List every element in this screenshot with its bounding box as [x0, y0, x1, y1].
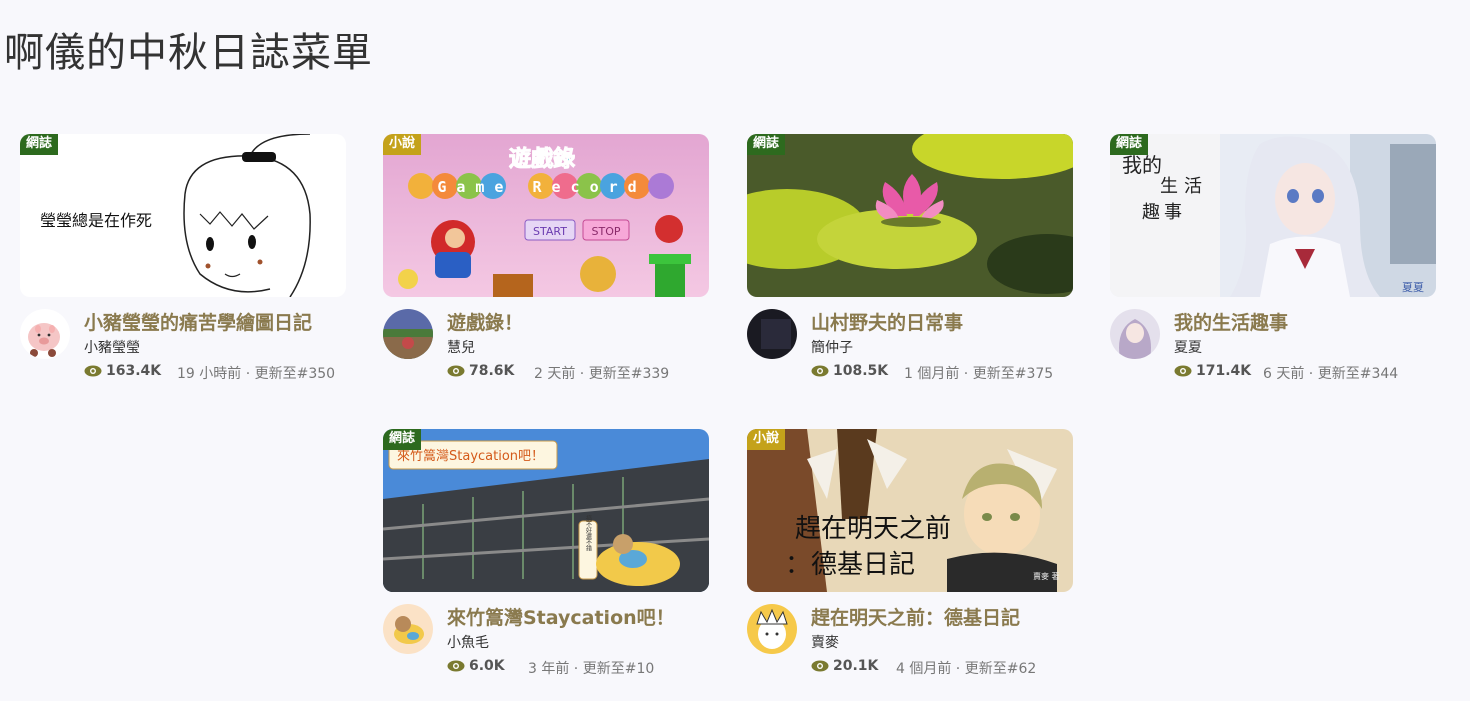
view-count-value: 78.6K	[469, 363, 515, 379]
thumb-title-line-2: ：德基日記	[785, 550, 915, 580]
avatar[interactable]	[1110, 309, 1160, 359]
view-count: 108.5K	[811, 363, 888, 379]
avatar[interactable]	[747, 309, 797, 359]
card-title[interactable]: 遊戲錄！	[447, 308, 523, 335]
category-badge: 網誌	[20, 134, 59, 155]
card-title[interactable]: 趕在明天之前：德基日記	[811, 603, 1020, 630]
card-author[interactable]: 夏夏	[1174, 337, 1202, 357]
avatar[interactable]	[383, 309, 433, 359]
thumb-logo-title: 遊戲錄	[509, 146, 575, 172]
category-badge: 小說	[747, 429, 786, 450]
thumb-logo-sub: Game Record	[437, 178, 646, 196]
thumb-handwriting-1: 我的	[1122, 153, 1162, 177]
update-meta: 3 年前 · 更新至#10	[528, 661, 655, 677]
eye-icon	[811, 365, 829, 377]
card-thumbnail[interactable]: 瑩瑩總是在作死 網誌	[20, 134, 346, 297]
card-author[interactable]: 小豬瑩瑩	[84, 337, 140, 357]
thumb-signature: 賣麥 著	[1033, 571, 1060, 581]
story-card[interactable]: 網誌 山村野夫的日常事 簡仲子 108.5K 1 個月前 · 更新至#375	[747, 134, 1073, 394]
page-title: 啊儀的中秋日誌菜單	[4, 30, 373, 76]
update-meta: 6 天前 · 更新至#344	[1263, 366, 1399, 382]
view-count: 171.4K	[1174, 363, 1251, 379]
card-title[interactable]: 我的生活趣事	[1174, 308, 1288, 335]
story-card[interactable]: 我的 生活 趣事 夏夏 網誌 我的生活趣事 夏夏 171.4K 6 天前 · 更…	[1110, 134, 1436, 394]
thumb-start-label: START	[533, 225, 567, 238]
card-title[interactable]: 山村野夫的日常事	[811, 308, 963, 335]
view-count-value: 6.0K	[469, 658, 505, 674]
update-meta: 19 小時前 · 更新至#350	[177, 366, 336, 382]
thumb-signature: 夏夏	[1402, 281, 1424, 294]
card-author[interactable]: 小魚毛	[447, 632, 489, 652]
story-card[interactable]: 瑩瑩總是在作死 網誌 小豬瑩瑩的痛苦學繪圖日記 小豬瑩瑩 163.4K 19 小…	[20, 134, 346, 394]
view-count-value: 20.1K	[833, 658, 879, 674]
card-title[interactable]: 小豬瑩瑩的痛苦學繪圖日記	[84, 308, 312, 335]
thumb-handwriting-2: 生活	[1160, 176, 1208, 197]
view-count: 78.6K	[447, 363, 514, 379]
thumb-banner-text: 來竹篙灣Staycation吧！	[397, 449, 544, 464]
story-card[interactable]: 遊戲錄 Game Record START STOP 小說 遊戲錄！ 慧兒 78…	[383, 134, 709, 394]
thumb-side-note: 搞不好還不錯	[585, 514, 592, 552]
card-thumbnail[interactable]: 我的 生活 趣事 夏夏 網誌	[1110, 134, 1436, 297]
update-meta: 1 個月前 · 更新至#375	[904, 366, 1054, 382]
thumb-handwriting-3: 趣事	[1142, 202, 1186, 223]
card-thumbnail[interactable]: 遊戲錄 Game Record START STOP 小說	[383, 134, 709, 297]
category-badge: 網誌	[1110, 134, 1149, 155]
category-badge: 網誌	[383, 429, 422, 450]
eye-icon	[1174, 365, 1192, 377]
update-meta: 4 個月前 · 更新至#62	[896, 661, 1037, 677]
view-count: 6.0K	[447, 658, 505, 674]
avatar[interactable]	[747, 604, 797, 654]
avatar[interactable]	[383, 604, 433, 654]
card-author[interactable]: 賣麥	[811, 632, 839, 652]
card-thumbnail[interactable]: 趕在明天之前 ：德基日記 賣麥 著 小說	[747, 429, 1073, 592]
view-count: 20.1K	[811, 658, 878, 674]
card-thumbnail[interactable]: 來竹篙灣Staycation吧！ 搞不好還不錯 網誌	[383, 429, 709, 592]
eye-icon	[84, 365, 102, 377]
view-count-value: 171.4K	[1196, 363, 1252, 379]
card-author[interactable]: 簡仲子	[811, 337, 853, 357]
thumb-stop-label: STOP	[592, 225, 621, 238]
category-badge: 網誌	[747, 134, 786, 155]
eye-icon	[447, 660, 465, 672]
card-author[interactable]: 慧兒	[447, 337, 475, 357]
thumb-caption: 瑩瑩總是在作死	[40, 211, 152, 230]
story-card[interactable]: 趕在明天之前 ：德基日記 賣麥 著 小說 趕在明天之前：德基日記 賣麥 20.1…	[747, 429, 1073, 689]
card-thumbnail[interactable]: 網誌	[747, 134, 1073, 297]
avatar[interactable]	[20, 309, 70, 359]
view-count: 163.4K	[84, 363, 161, 379]
update-meta: 2 天前 · 更新至#339	[534, 366, 670, 382]
card-title[interactable]: 來竹篙灣Staycation吧！	[447, 603, 675, 630]
category-badge: 小說	[383, 134, 422, 155]
story-card[interactable]: 來竹篙灣Staycation吧！ 搞不好還不錯 網誌 來竹篙灣Staycatio…	[383, 429, 709, 689]
eye-icon	[447, 365, 465, 377]
view-count-value: 163.4K	[106, 363, 162, 379]
thumb-title-line-1: 趕在明天之前	[795, 514, 951, 544]
eye-icon	[811, 660, 829, 672]
view-count-value: 108.5K	[833, 363, 889, 379]
